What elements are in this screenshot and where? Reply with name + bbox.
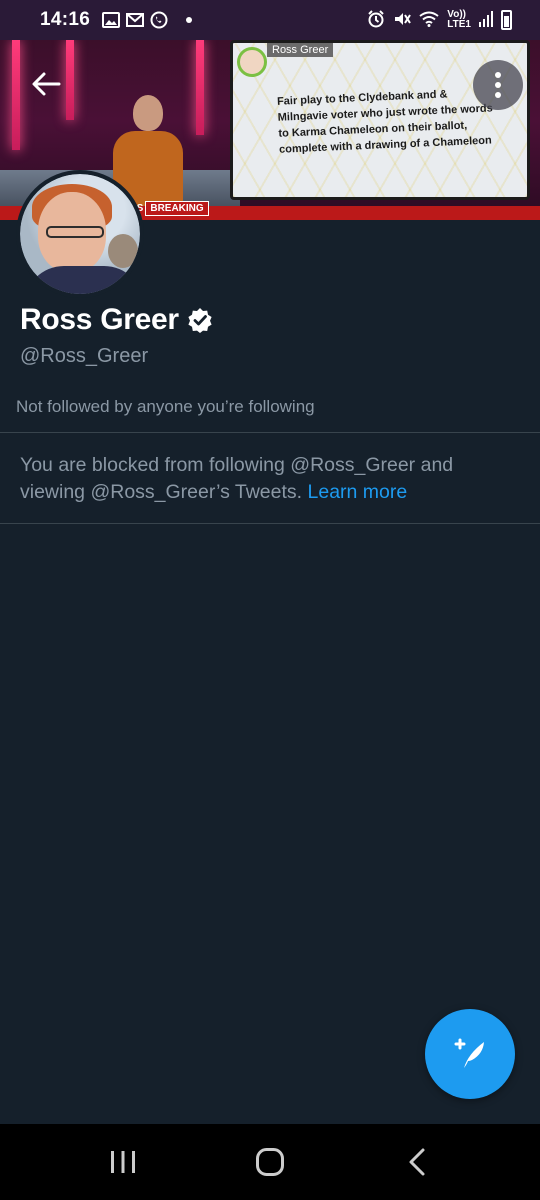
- screen-avatar: [237, 47, 267, 77]
- home-button[interactable]: [240, 1132, 300, 1192]
- followed-by-text: Not followed by anyone you’re following: [16, 397, 315, 416]
- compose-tweet-button[interactable]: [425, 1009, 515, 1099]
- notification-dot-icon: [186, 17, 193, 23]
- volte-icon: Vo)) LTE1: [447, 10, 471, 30]
- divider: [0, 432, 540, 433]
- gmail-icon: [126, 13, 145, 27]
- profile-avatar[interactable]: [16, 170, 144, 298]
- home-icon: [255, 1148, 284, 1176]
- recent-apps-button[interactable]: [93, 1132, 153, 1192]
- studio-light: [196, 40, 204, 135]
- display-name: Ross Greer: [20, 303, 179, 336]
- back-button[interactable]: [26, 64, 66, 104]
- whatsapp-icon: [150, 11, 168, 29]
- breaking-text: BREAKING: [145, 201, 209, 216]
- status-time: 14:16: [40, 9, 91, 30]
- signal-icon: [479, 10, 493, 30]
- arrow-left-icon: [32, 72, 61, 96]
- screen-name: Ross Greer: [267, 43, 334, 57]
- compose-feather-icon: [454, 1038, 484, 1068]
- blocked-notice: You are blocked from following @Ross_Gre…: [20, 452, 490, 506]
- profile-handle: @Ross_Greer: [20, 345, 149, 367]
- more-options-button[interactable]: [473, 60, 523, 110]
- recent-apps-icon: [111, 1151, 136, 1173]
- lte-label: LTE1: [447, 19, 471, 30]
- studio-light: [12, 40, 20, 150]
- system-back-button[interactable]: [387, 1132, 447, 1192]
- verified-badge-icon: [187, 307, 213, 333]
- divider: [0, 523, 540, 524]
- system-nav-bar: [0, 1124, 540, 1200]
- profile-name-row: Ross Greer: [20, 303, 213, 337]
- wifi-icon: [419, 11, 439, 30]
- more-vertical-icon: [495, 72, 501, 98]
- mute-icon: [393, 10, 412, 31]
- learn-more-link[interactable]: Learn more: [308, 481, 408, 503]
- battery-icon: [501, 10, 512, 30]
- gallery-icon: [102, 12, 121, 28]
- status-bar: 14:16 Vo)) LTE1: [0, 0, 540, 40]
- chevron-left-icon: [409, 1148, 425, 1176]
- alarm-icon: [367, 9, 385, 31]
- studio-light: [66, 40, 74, 120]
- screen-tweet-text: Fair play to the Clydebank and & Milngav…: [276, 88, 493, 156]
